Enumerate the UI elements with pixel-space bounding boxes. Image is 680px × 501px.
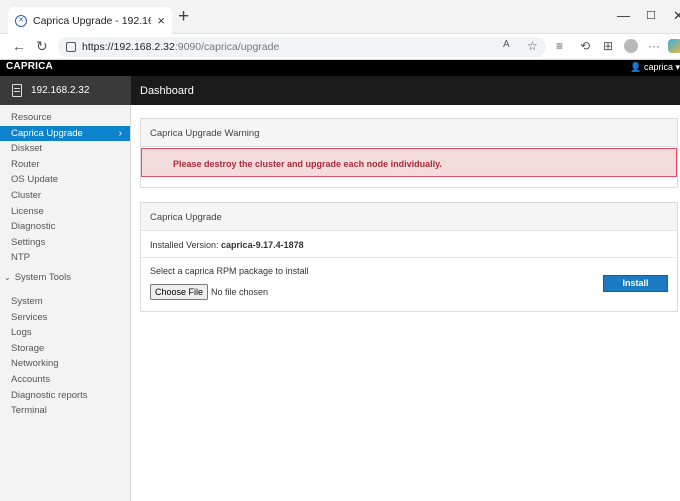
sidebar-item-diagnostic[interactable]: Diagnostic [0, 219, 130, 235]
refresh-icon[interactable]: ↻ [36, 38, 48, 55]
sidebar-item-cluster[interactable]: Cluster [0, 188, 130, 204]
sidebar-item-router[interactable]: Router [0, 157, 130, 173]
address-bar[interactable]: https://192.168.2.32:9090/caprica/upgrad… [58, 37, 546, 57]
caprica-upgrade-panel: Caprica Upgrade Installed Version: capri… [140, 202, 678, 312]
browser-toolbar: ← ↻ https://192.168.2.32:9090/caprica/up… [0, 34, 680, 60]
tab-close-icon[interactable]: × [157, 13, 165, 28]
sidebar-item-resource[interactable]: Resource [0, 110, 130, 126]
page-header: Dashboard [131, 76, 680, 105]
sidebar-item-label: Caprica Upgrade [11, 127, 83, 139]
sidebar-item-license[interactable]: License [0, 204, 130, 220]
caprica-favicon-icon: ✕ [15, 14, 27, 27]
page-title: Dashboard [140, 85, 194, 97]
url-path: :9090/caprica/upgrade [174, 41, 280, 53]
sidebar-item-networking[interactable]: Networking [0, 356, 130, 372]
favorites-list-icon[interactable]: ≡ [556, 39, 563, 53]
sidebar-item-diskset[interactable]: Diskset [0, 141, 130, 157]
lock-icon [66, 42, 76, 52]
app-header: CAPRICA 👤 caprica ▾ [0, 60, 680, 76]
sidebar: Resource Caprica Upgrade › Diskset Router… [0, 105, 131, 501]
install-button[interactable]: Install [603, 275, 668, 292]
package-select-row: Select a caprica RPM package to install … [141, 258, 677, 308]
package-select-label: Select a caprica RPM package to install [150, 266, 309, 276]
profile-avatar[interactable] [624, 39, 638, 53]
host-address: 192.168.2.32 [31, 85, 90, 96]
file-status: No file chosen [211, 287, 269, 297]
installed-version-label: Installed Version: [150, 240, 222, 250]
sidebar-group-system-tools[interactable]: ⌄ System Tools [0, 268, 130, 288]
chevron-right-icon: › [118, 127, 122, 139]
cluster-warning-alert: Please destroy the cluster and upgrade e… [141, 148, 677, 177]
chevron-down-icon: ⌄ [4, 272, 11, 282]
back-icon[interactable]: ← [12, 38, 26, 54]
browser-tab-strip: ✕ Caprica Upgrade - 192.168.2.32 × + — ☐… [0, 0, 680, 34]
sidebar-item-settings[interactable]: Settings [0, 235, 130, 251]
extensions-icon[interactable]: ⊞ [603, 39, 613, 53]
browser-tab[interactable]: ✕ Caprica Upgrade - 192.168.2.32 × [8, 7, 172, 34]
sidebar-item-ntp[interactable]: NTP [0, 250, 130, 266]
read-aloud-icon[interactable]: A [503, 39, 510, 50]
panel-title: Caprica Upgrade [141, 203, 677, 231]
installed-version-value: caprica-9.17.4-1878 [221, 240, 304, 250]
favorite-star-icon[interactable]: ☆ [527, 39, 538, 53]
url-host: https://192.168.2.32 [82, 41, 175, 53]
user-menu[interactable]: 👤 caprica ▾ [630, 62, 680, 73]
minimize-icon[interactable]: — [617, 8, 630, 23]
installed-version-row: Installed Version: caprica-9.17.4-1878 [141, 231, 677, 258]
tab-title: Caprica Upgrade - 192.168.2.32 [33, 14, 152, 27]
user-name: caprica [643, 62, 673, 72]
app-brand: CAPRICA [6, 61, 53, 72]
sidebar-item-terminal[interactable]: Terminal [0, 403, 130, 419]
sidebar-item-accounts[interactable]: Accounts [0, 372, 130, 388]
panel-title: Caprica Upgrade Warning [141, 119, 677, 147]
user-icon: 👤 [630, 62, 642, 72]
sidebar-item-system[interactable]: System [0, 294, 130, 310]
server-icon [12, 84, 22, 97]
copilot-icon[interactable] [668, 39, 680, 53]
sidebar-group-label: System Tools [14, 271, 72, 283]
more-options-icon[interactable]: ··· [648, 39, 660, 53]
sidebar-item-storage[interactable]: Storage [0, 341, 130, 357]
sidebar-item-os-update[interactable]: OS Update [0, 172, 130, 188]
sidebar-item-diagnostic-reports[interactable]: Diagnostic reports [0, 388, 130, 404]
history-icon[interactable]: ⟲ [580, 39, 590, 53]
sidebar-item-logs[interactable]: Logs [0, 325, 130, 341]
sidebar-item-services[interactable]: Services [0, 310, 130, 326]
sidebar-item-caprica-upgrade[interactable]: Caprica Upgrade › [0, 125, 130, 142]
host-selector[interactable]: 192.168.2.32 [0, 76, 131, 105]
new-tab-icon[interactable]: + [178, 7, 189, 27]
choose-file-button[interactable]: Choose File [150, 284, 209, 300]
upgrade-warning-panel: Caprica Upgrade Warning Please destroy t… [140, 118, 678, 188]
maximize-icon[interactable]: ☐ [646, 9, 656, 22]
close-window-icon[interactable]: ✕ [673, 8, 680, 24]
